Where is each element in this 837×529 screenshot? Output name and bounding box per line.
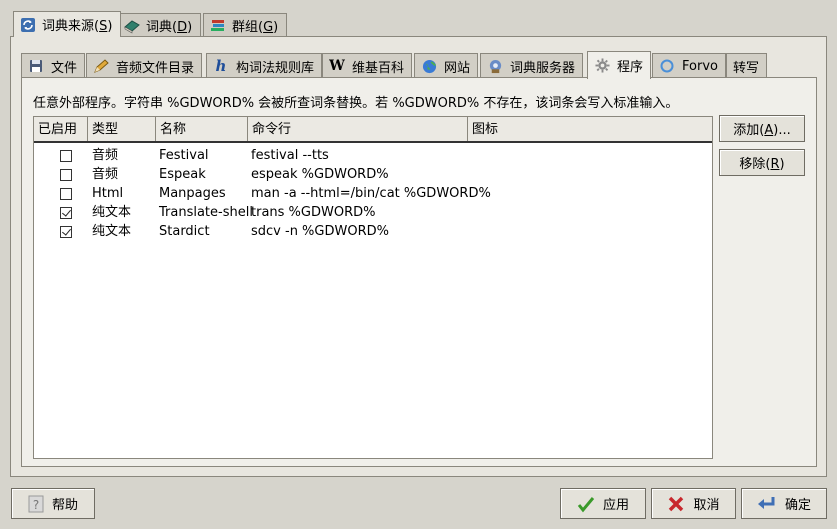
tab-label: 词典(D) — [146, 20, 193, 35]
tab-transliteration[interactable]: 转写 — [726, 53, 768, 78]
books-stack-icon — [210, 18, 226, 34]
enabled-checkbox[interactable] — [60, 226, 72, 238]
tab-forvo[interactable]: Forvo — [652, 53, 726, 78]
add-button[interactable]: 添加(A)... — [719, 115, 805, 142]
row-name: Stardict — [159, 224, 210, 239]
column-enabled[interactable]: 已启用 — [34, 117, 88, 141]
remove-button[interactable]: 移除(R) — [719, 149, 805, 176]
tab-dictionary-sources[interactable]: 词典来源(S) — [13, 11, 122, 37]
ok-button[interactable]: 确定 — [741, 488, 827, 519]
enter-arrow-icon — [757, 495, 777, 513]
tab-wikipedia[interactable]: W 维基百科 — [322, 53, 413, 78]
row-name: Espeak — [159, 167, 206, 182]
column-name[interactable]: 名称 — [156, 117, 248, 141]
row-command: festival --tts — [251, 148, 329, 163]
tab-label: 转写 — [733, 60, 760, 76]
server-icon — [487, 58, 503, 74]
forvo-icon — [659, 58, 675, 74]
help-icon: ? — [28, 495, 44, 513]
disk-icon — [28, 58, 44, 74]
tab-dictionaries[interactable]: 词典(D) — [117, 13, 202, 37]
enabled-checkbox[interactable] — [60, 150, 72, 162]
pencil-icon — [93, 58, 109, 74]
row-type: 音频 — [92, 148, 119, 163]
tab-label: 构词法规则库 — [236, 60, 315, 76]
button-label: 移除(R) — [739, 157, 785, 172]
tab-label: 程序 — [617, 60, 644, 75]
column-type[interactable]: 类型 — [88, 117, 156, 141]
tab-files[interactable]: 文件 — [21, 53, 86, 78]
table-row[interactable]: 纯文本 Stardict sdcv -n %GDWORD% — [34, 222, 712, 241]
tab-label: 维基百科 — [352, 60, 405, 76]
button-label: 取消 — [693, 498, 720, 513]
tab-label: 音频文件目录 — [116, 60, 195, 76]
tab-programs[interactable]: 程序 — [587, 51, 652, 79]
wikipedia-icon: W — [329, 58, 345, 74]
programs-description: 任意外部程序。字符串 %GDWORD% 会被所查词条替换。若 %GDWORD% … — [33, 96, 679, 111]
svg-text:?: ? — [33, 498, 39, 512]
row-type: 纯文本 — [92, 205, 132, 220]
check-icon — [577, 495, 595, 513]
programs-table[interactable]: 已启用 类型 名称 命令行 图标 音频 Festival festival --… — [33, 116, 713, 459]
tab-groups[interactable]: 群组(G) — [203, 13, 288, 37]
button-label: 添加(A)... — [733, 123, 791, 138]
tab-websites[interactable]: 网站 — [414, 53, 479, 78]
row-type: 音频 — [92, 167, 119, 182]
row-type: 纯文本 — [92, 224, 132, 239]
tab-morphology[interactable]: h 构词法规则库 — [206, 53, 323, 78]
table-row[interactable]: Html Manpages man -a --html=/bin/cat %GD… — [34, 184, 712, 203]
apply-button[interactable]: 应用 — [560, 488, 646, 519]
tab-label: 词典来源(S) — [42, 19, 113, 34]
enabled-checkbox[interactable] — [60, 169, 72, 181]
tab-label: 网站 — [444, 60, 471, 76]
table-row[interactable]: 音频 Espeak espeak %GDWORD% — [34, 165, 712, 184]
table-row[interactable]: 音频 Festival festival --tts — [34, 146, 712, 165]
row-type: Html — [92, 186, 124, 201]
refresh-icon — [20, 17, 36, 33]
row-name: Manpages — [159, 186, 226, 201]
button-label: 应用 — [602, 498, 629, 513]
gear-icon — [594, 58, 610, 74]
row-command: trans %GDWORD% — [251, 205, 376, 220]
row-command: man -a --html=/bin/cat %GDWORD% — [251, 186, 491, 201]
tab-dict-servers[interactable]: 词典服务器 — [480, 53, 584, 78]
tab-label: 词典服务器 — [510, 60, 576, 76]
row-name: Translate-shell — [159, 205, 253, 220]
row-command: sdcv -n %GDWORD% — [251, 224, 389, 239]
tab-sound-dirs[interactable]: 音频文件目录 — [86, 53, 203, 78]
cancel-button[interactable]: 取消 — [651, 488, 736, 519]
close-icon — [667, 495, 685, 513]
tab-label: 群组(G) — [232, 20, 279, 35]
tab-label: 文件 — [51, 60, 78, 76]
row-name: Festival — [159, 148, 209, 163]
h-icon: h — [215, 57, 227, 75]
button-label: 确定 — [784, 498, 811, 513]
enabled-checkbox[interactable] — [60, 188, 72, 200]
column-command[interactable]: 命令行 — [248, 117, 468, 141]
book-icon — [124, 18, 140, 34]
table-row[interactable]: 纯文本 Translate-shell trans %GDWORD% — [34, 203, 712, 222]
help-button[interactable]: ? 帮助 — [11, 488, 95, 519]
table-header: 已启用 类型 名称 命令行 图标 — [34, 117, 712, 143]
globe-icon — [421, 58, 437, 74]
enabled-checkbox[interactable] — [60, 207, 72, 219]
button-label: 帮助 — [51, 498, 78, 513]
row-command: espeak %GDWORD% — [251, 167, 389, 182]
column-icon[interactable]: 图标 — [468, 117, 712, 141]
tab-label: Forvo — [682, 58, 718, 74]
